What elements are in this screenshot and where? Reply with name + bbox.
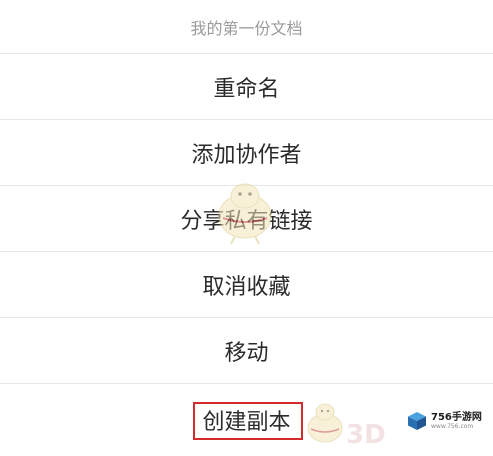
move-button[interactable]: 移动: [0, 318, 493, 384]
brand-name: 756手游网: [431, 412, 482, 423]
watermark-3d-text: 3D: [346, 420, 386, 450]
action-sheet: 我的第一份文档 重命名 添加协作者 分享私有链接 取消收藏 移动 创建副本 3D…: [0, 0, 493, 456]
cube-logo-icon: [408, 412, 426, 430]
add-collaborator-button[interactable]: 添加协作者: [0, 120, 493, 186]
brand-url: www.756.com: [431, 423, 474, 430]
rename-button[interactable]: 重命名: [0, 54, 493, 120]
unfavorite-button[interactable]: 取消收藏: [0, 252, 493, 318]
duck-mascot-small-icon: [307, 403, 343, 443]
highlight-box: [193, 402, 303, 440]
sheet-title: 我的第一份文档: [0, 0, 493, 54]
duck-mascot-icon: [218, 183, 272, 245]
brand-text-block: 756手游网 www.756.com: [431, 412, 482, 430]
brand-badge: 756手游网 www.756.com: [407, 408, 491, 434]
